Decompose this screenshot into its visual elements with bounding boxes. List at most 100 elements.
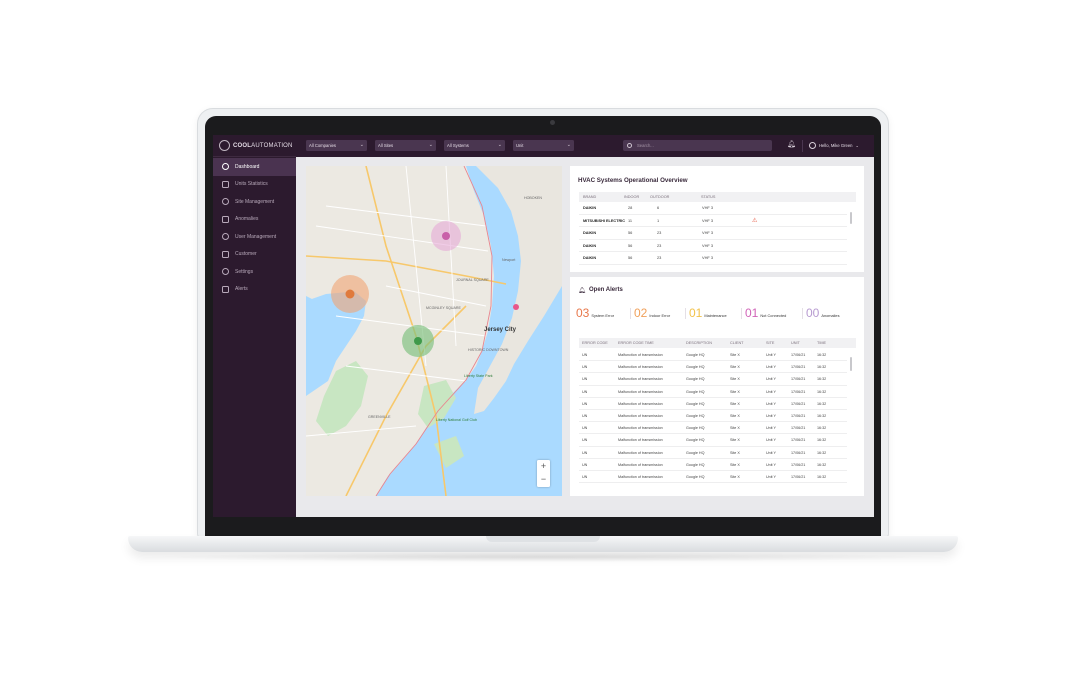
divider: [630, 308, 631, 319]
sidebar-item-anomalies[interactable]: Anomalies: [213, 211, 296, 229]
chevron-down-icon: ⌄: [428, 142, 433, 148]
table-row[interactable]: UN Malfunction of transmission Google HQ Si…: [579, 386, 847, 398]
sidebar: COOLAUTOMATION Dashboard Units Statistics…: [213, 135, 296, 517]
site-filter-select[interactable]: All Sites ⌄: [375, 140, 436, 151]
map-label: GREENVILLE: [368, 415, 391, 419]
alert-label: System Error: [591, 313, 615, 318]
sidebar-item-site-management[interactable]: Site Management: [213, 193, 296, 211]
table-row[interactable]: UN Malfunction of transmission Google HQ Si…: [579, 471, 847, 484]
column-header: UNIT: [791, 341, 800, 345]
unit: Unit Y: [766, 450, 776, 455]
brand-logo: DAIKIN: [583, 206, 597, 210]
table-row[interactable]: UN Malfunction of transmission Google HQ Si…: [579, 447, 847, 459]
bell-icon: 🔔︎: [578, 288, 586, 294]
table-row[interactable]: DAIKIN 56 23 VHF 3: [579, 227, 847, 240]
table-row[interactable]: DAIKIN 56 23 VHF 3: [579, 252, 847, 265]
site: Site X: [730, 438, 740, 443]
scrollbar[interactable]: [850, 357, 852, 371]
column-header: OUTDOOR: [650, 195, 670, 199]
table-row[interactable]: UN Malfunction of transmission Google HQ Si…: [579, 422, 847, 435]
date: 17/06/21: [791, 389, 806, 394]
sidebar-item-dashboard[interactable]: Dashboard: [213, 158, 296, 176]
alert-label: Anomalies: [821, 313, 840, 318]
time: 16:32: [817, 365, 827, 370]
table-row[interactable]: UN Malfunction of transmission Google HQ Si…: [579, 459, 847, 471]
notifications-bell-icon[interactable]: 🔔︎: [787, 141, 796, 149]
table-row[interactable]: UN Malfunction of transmission Google HQ Si…: [579, 349, 847, 362]
scrollbar[interactable]: [850, 212, 852, 224]
table-row[interactable]: DAIKIN 56 23 VHF 3: [579, 240, 847, 252]
sidebar-item-settings[interactable]: Settings: [213, 263, 296, 281]
sidebar-item-customer[interactable]: Customer: [213, 246, 296, 264]
brand-logo: MITSUBISHI ELECTRIC: [583, 218, 625, 223]
company-filter-select[interactable]: All Companies ⌄: [306, 140, 367, 151]
error-code: UN: [582, 401, 588, 406]
site: Site X: [730, 389, 740, 394]
search-input[interactable]: Search...: [623, 140, 772, 151]
warning-icon[interactable]: ⚠: [752, 215, 757, 228]
site: Site X: [730, 462, 740, 467]
table-row[interactable]: UN Malfunction of transmission Google HQ Si…: [579, 373, 847, 386]
client: Google HQ: [686, 377, 705, 382]
site: Site X: [730, 377, 740, 382]
zoom-out-button[interactable]: −: [537, 473, 550, 486]
date: 17/06/21: [791, 401, 806, 406]
column-header: ERROR CODE TIME: [618, 341, 654, 345]
table-row[interactable]: DAIKIN 28 6 VHF 3: [579, 202, 847, 215]
user-menu[interactable]: Hello, Mike Green ⌄: [809, 140, 859, 151]
site: Site X: [730, 450, 740, 455]
alerts-table-header: ERROR CODE ERROR CODE TIME DESCRIPTION C…: [579, 338, 856, 348]
open-alerts-panel: 🔔︎ Open Alerts 03 System Error 02 Indoor Er…: [570, 277, 864, 496]
column-header: STATUS: [701, 195, 716, 199]
alert-stat[interactable]: 02 Indoor Error: [634, 306, 670, 320]
sites-map[interactable]: Jersey City JOURNAL SQUARE MCGINLEY SQUA…: [306, 166, 562, 496]
divider: [685, 308, 686, 319]
top-bar: All Companies ⌄ All Sites ⌄ All Systems ⌄ U…: [296, 135, 874, 157]
status-value: VHF 3: [702, 255, 714, 260]
alert-stat[interactable]: 01 Not Connected: [745, 306, 786, 320]
indoor-count: 56: [628, 230, 633, 235]
sidebar-item-user-management[interactable]: User Management: [213, 228, 296, 246]
outdoor-count: 23: [657, 255, 662, 260]
time: 16:32: [817, 475, 827, 479]
description: Malfunction of transmission: [618, 426, 663, 431]
chevron-down-icon: ⌄: [566, 142, 571, 148]
table-row[interactable]: UN Malfunction of transmission Google HQ Si…: [579, 434, 847, 447]
unit: Unit Y: [766, 414, 776, 418]
sidebar-item-alerts[interactable]: Alerts: [213, 281, 296, 299]
map-label-jersey-city: Jersey City: [484, 327, 517, 333]
table-row[interactable]: UN Malfunction of transmission Google HQ Si…: [579, 361, 847, 374]
error-code: UN: [582, 475, 588, 479]
sidebar-item-label: User Management: [235, 233, 277, 240]
column-header: BRAND: [583, 195, 597, 199]
table-row[interactable]: UN Malfunction of transmission Google HQ Si…: [579, 398, 847, 410]
client: Google HQ: [686, 450, 705, 455]
system-filter-select[interactable]: All Systems ⌄: [444, 140, 505, 151]
outdoor-count: 23: [657, 230, 662, 235]
site: Site X: [730, 401, 740, 406]
time: 16:32: [817, 450, 827, 455]
sidebar-item-label: Customer: [235, 251, 257, 258]
app-logo[interactable]: COOLAUTOMATION: [213, 135, 296, 157]
logo-ring-icon: [219, 140, 230, 151]
dashboard-icon: [222, 163, 229, 171]
unit-filter-select[interactable]: Unit ⌄: [513, 140, 574, 151]
sidebar-item-units-statistics[interactable]: Units Statistics: [213, 176, 296, 194]
table-row[interactable]: UN Malfunction of transmission Google HQ Si…: [579, 410, 847, 423]
zoom-in-button[interactable]: +: [537, 460, 550, 473]
time: 16:32: [817, 401, 827, 406]
alert-stat[interactable]: 03 System Error: [576, 306, 614, 320]
chevron-down-icon: ⌄: [497, 142, 502, 148]
laptop-shadow: [150, 552, 936, 562]
column-header: DESCRIPTION: [686, 341, 712, 345]
alert-stat[interactable]: 01 Maintenance: [689, 306, 727, 320]
description: Malfunction of transmission: [618, 353, 663, 357]
laptop-notch: [486, 536, 600, 542]
table-row[interactable]: MITSUBISHI ELECTRIC 11 1 VHF 3 ⚠: [579, 215, 847, 228]
date: 17/06/21: [791, 365, 806, 370]
description: Malfunction of transmission: [618, 389, 663, 394]
alert-stat[interactable]: 00 Anomalies: [806, 306, 840, 320]
outdoor-count: 6: [657, 205, 660, 210]
unit: Unit Y: [766, 462, 776, 467]
sidebar-item-label: Settings: [235, 268, 254, 275]
